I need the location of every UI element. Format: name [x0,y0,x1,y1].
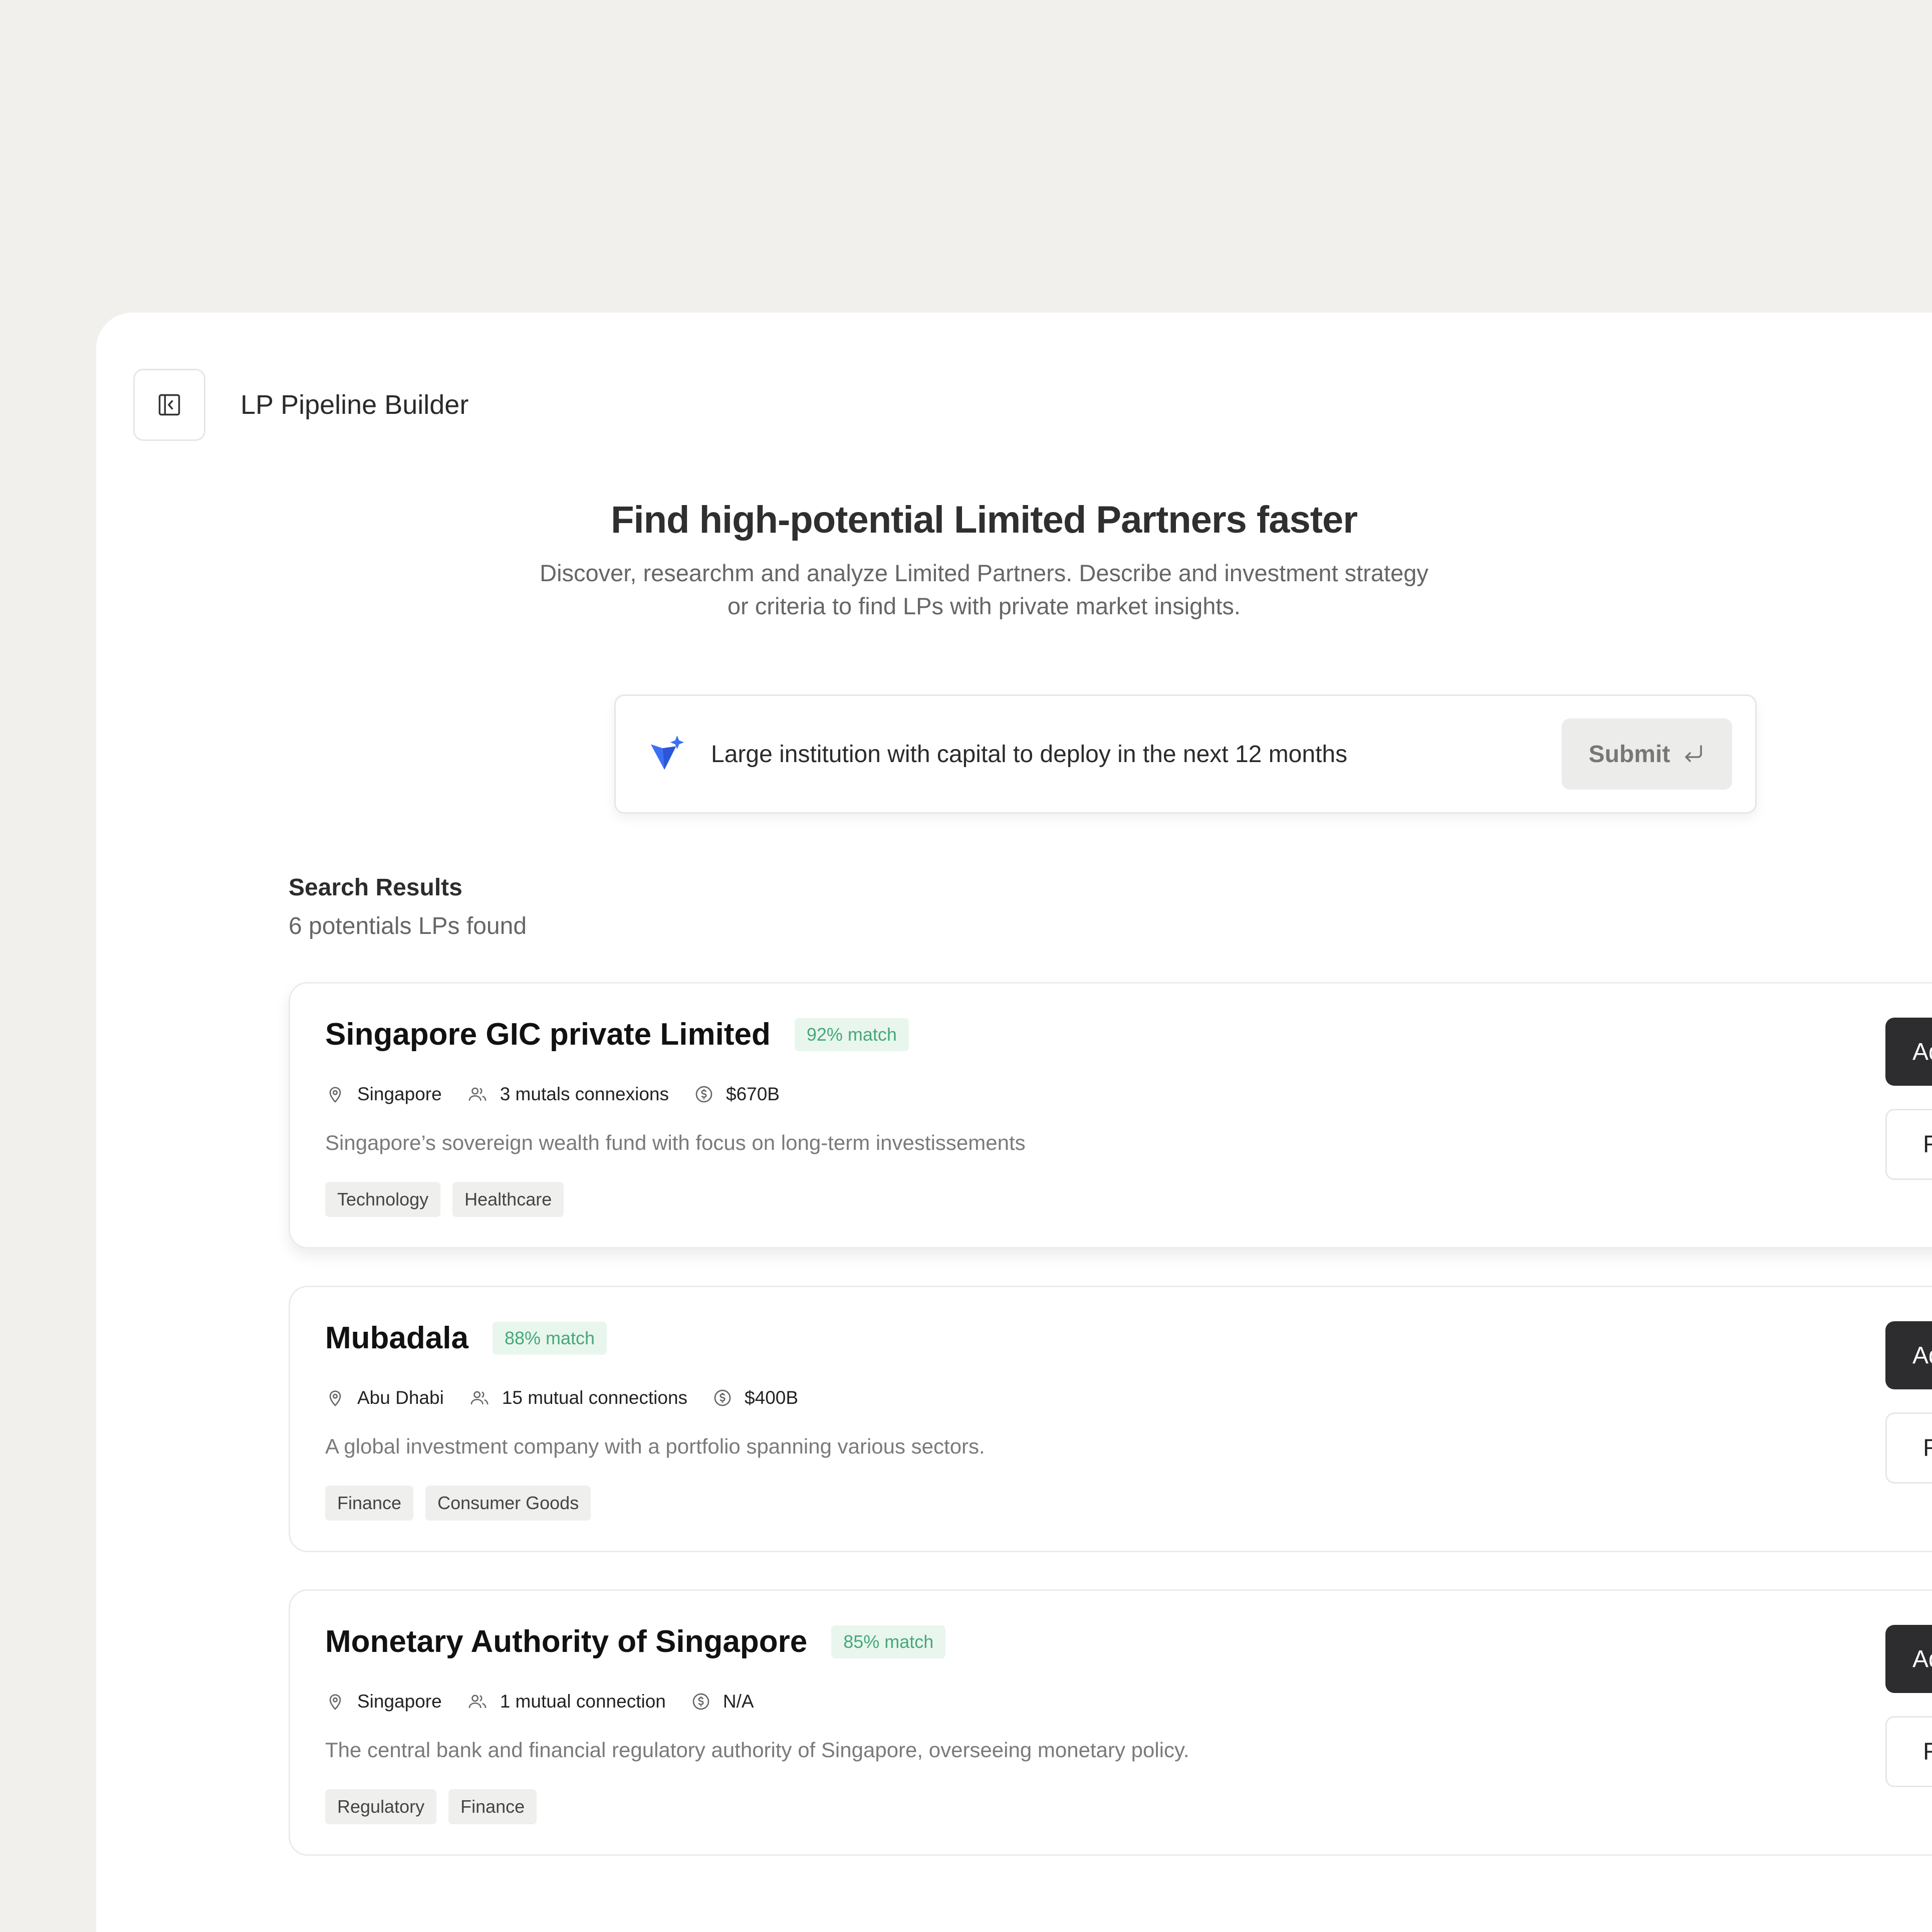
lp-tag: Healthcare [452,1182,564,1217]
hero-subheading: Discover, researchm and analyze Limited … [540,560,1428,619]
lp-tag: Finance [448,1789,537,1824]
request-intro-button[interactable]: Request I [1885,1412,1932,1484]
lp-tags: Technology Healthcare [325,1182,576,1217]
match-badge: 85% match [831,1625,946,1658]
lp-name: Monetary Authority of Singapore [325,1624,808,1659]
results-header: Search Results 6 potentials LPs found [289,874,527,940]
lp-aum-text: $400B [745,1387,799,1408]
lp-card[interactable]: Monetary Authority of Singapore 85% matc… [289,1589,1932,1856]
lp-meta: Singapore 1 mutual connection N/A [325,1691,779,1712]
map-pin-icon [329,1087,341,1103]
lp-location-text: Abu Dhabi [357,1387,444,1408]
lp-tags: Finance Consumer Goods [325,1486,603,1521]
lp-description: Singapore’s sovereign wealth fund with f… [325,1131,1026,1154]
results-count: 6 potentials LPs found [289,913,527,939]
lp-tag: Consumer Goods [425,1486,591,1521]
lp-location: Abu Dhabi [325,1387,444,1408]
hero-heading: Find high-potential Limited Partners fas… [611,499,1358,541]
lp-connections: 1 mutual connection [467,1691,666,1712]
lp-meta: Singapore 3 mutals connexions $670B [325,1084,805,1105]
submit-button[interactable]: Submit [1562,718,1732,790]
add-to-pipeline-button[interactable]: Add to Pipe [1885,1625,1932,1693]
lp-connections: 3 mutals connexions [467,1084,669,1105]
lp-location-text: Singapore [357,1084,442,1104]
enter-return-icon [1685,745,1703,762]
lp-aum: $670B [694,1084,780,1105]
hero-section: Find high-potential Limited Partners fas… [96,498,1872,623]
lp-tag: Finance [325,1486,414,1521]
add-to-pipeline-button[interactable]: Add to Pipe [1885,1018,1932,1086]
app-window: LP Pipeline Builder Find high-potential … [96,313,1932,1932]
lp-tag: Technology [325,1182,441,1217]
map-pin-icon [329,1694,341,1710]
panel-collapse-icon [158,394,180,416]
dollar-circle-icon [692,1693,709,1710]
lp-location-text: Singapore [357,1691,442,1712]
lp-description: A global investment company with a portf… [325,1434,985,1458]
results-title: Search Results [289,874,462,901]
match-badge: 88% match [492,1321,607,1355]
lp-name: Mubadala [325,1321,468,1355]
lp-location: Singapore [325,1084,442,1105]
lp-card-header: Monetary Authority of Singapore 85% matc… [325,1624,946,1659]
lp-tags: Regulatory Finance [325,1789,549,1824]
request-intro-button[interactable]: Request I [1885,1716,1932,1787]
add-to-pipeline-button[interactable]: Add to Pipe [1885,1321,1932,1389]
search-bar: Large institution with capital to deploy… [614,694,1757,814]
lp-name: Singapore GIC private Limited [325,1017,771,1052]
lp-connections-text: 15 mutual connections [502,1387,688,1408]
dollar-circle-icon [695,1086,712,1103]
users-icon [470,1391,489,1405]
lp-description: The central bank and financial regulator… [325,1738,1189,1762]
sidebar-toggle-button[interactable] [133,369,205,441]
lp-aum-text: $670B [726,1084,780,1104]
map-pin-icon [329,1390,341,1406]
users-icon [468,1087,487,1101]
search-input[interactable]: Large institution with capital to deploy… [711,741,1562,768]
lp-aum: N/A [691,1691,754,1712]
lp-meta: Abu Dhabi 15 mutual connections $400B [325,1387,823,1408]
lp-card[interactable]: Singapore GIC private Limited 92% match … [289,982,1932,1249]
lp-aum: $400B [712,1387,798,1408]
lp-connections: 15 mutual connections [469,1387,687,1408]
top-bar: LP Pipeline Builder [133,369,468,441]
app-title: LP Pipeline Builder [240,390,469,420]
lp-card-header: Mubadala 88% match [325,1320,607,1356]
lp-card[interactable]: Mubadala 88% match Abu Dhabi 15 mutual c… [289,1286,1932,1552]
dollar-circle-icon [714,1389,731,1406]
lp-tag: Regulatory [325,1789,437,1824]
users-icon [468,1695,487,1709]
match-badge: 92% match [794,1018,909,1051]
lp-card-header: Singapore GIC private Limited 92% match [325,1017,909,1052]
lp-location: Singapore [325,1691,442,1712]
lp-connections-text: 3 mutals connexions [500,1084,669,1104]
lp-aum-text: N/A [722,1691,754,1712]
submit-label: Submit [1588,741,1670,768]
lp-connections-text: 1 mutual connection [500,1691,666,1712]
sparkle-logo-icon [650,735,684,770]
request-intro-button[interactable]: Request I [1885,1109,1932,1180]
